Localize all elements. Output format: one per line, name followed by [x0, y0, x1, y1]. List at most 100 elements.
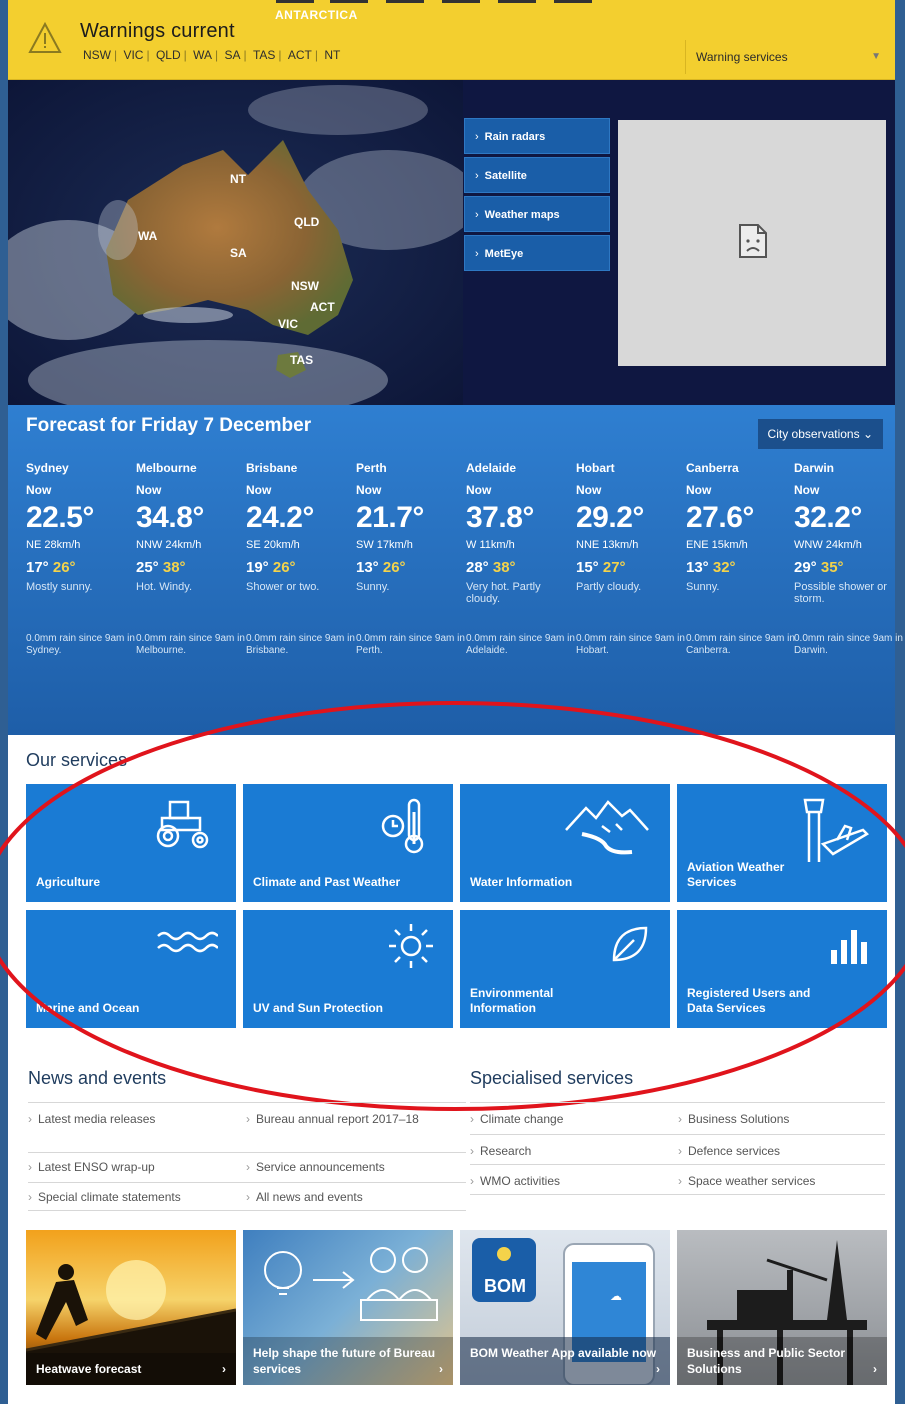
service-label: Marine and Ocean: [36, 1001, 140, 1015]
service-label: Registered Users and Data Services: [687, 986, 811, 1015]
map-label-tas[interactable]: TAS: [290, 353, 313, 367]
city-forecast-perth[interactable]: Perth Now 21.7° SW 17km/h 13° 26° Sunny.…: [356, 461, 466, 657]
warning-state-tas[interactable]: TAS: [253, 48, 275, 62]
promo-heatwave[interactable]: Heatwave forecast ›: [26, 1230, 236, 1385]
window-frame-right: [895, 0, 905, 1404]
divider: [28, 1102, 466, 1103]
city-forecast-melbourne[interactable]: Melbourne Now 34.8° NNW 24km/h 25° 38° H…: [136, 461, 246, 657]
specialised-link[interactable]: › Research: [470, 1144, 670, 1158]
city-name[interactable]: Hobart: [576, 461, 686, 483]
city-forecast-canberra[interactable]: Canberra Now 27.6° ENE 15km/h 13° 32° Su…: [686, 461, 796, 657]
city-name[interactable]: Sydney: [26, 461, 136, 483]
promo-bom-app[interactable]: ☁ BOM BOM Weather App available now ›: [460, 1230, 670, 1385]
specialised-link[interactable]: › WMO activities: [470, 1174, 670, 1188]
divider: [28, 1152, 466, 1153]
promo-business-solutions[interactable]: Business and Public Sector Solutions ›: [677, 1230, 887, 1385]
service-tile-marine[interactable]: Marine and Ocean: [26, 910, 236, 1028]
top-nav-strip: [270, 0, 650, 8]
city-name[interactable]: Canberra: [686, 461, 796, 483]
warning-services-dropdown[interactable]: Warning services ▼: [685, 40, 895, 74]
warning-state-wa[interactable]: WA: [193, 48, 212, 62]
chevron-right-icon: ›: [475, 131, 479, 143]
rain-radars-link[interactable]: › Rain radars: [464, 118, 610, 154]
chevron-right-icon: ›: [475, 170, 479, 182]
wind: WNW 24km/h: [794, 539, 862, 551]
chevron-right-icon: ›: [246, 1112, 250, 1126]
current-temperature: 29.2°: [576, 501, 644, 534]
forecast-description: Partly cloudy.: [576, 581, 642, 593]
map-label-nsw[interactable]: NSW: [291, 279, 320, 293]
promo-caption: BOM Weather App available now ›: [460, 1337, 670, 1385]
map-label-act[interactable]: ACT: [310, 300, 335, 314]
hero-link-label: Weather maps: [484, 209, 560, 221]
warning-state-nsw[interactable]: NSW: [83, 48, 111, 62]
city-forecast-darwin[interactable]: Darwin Now 32.2° WNW 24km/h 29° 35° Poss…: [794, 461, 904, 657]
map-label-sa[interactable]: SA: [230, 246, 247, 260]
max-temp: 26°: [52, 559, 76, 576]
map-label-vic[interactable]: VIC: [278, 317, 298, 331]
specialised-link[interactable]: › Defence services: [678, 1144, 883, 1158]
city-observations-dropdown[interactable]: City observations ⌄: [757, 419, 883, 449]
min-temp: 25°: [136, 559, 159, 576]
news-link[interactable]: › Bureau annual report 2017–18: [246, 1112, 466, 1126]
specialised-link[interactable]: › Business Solutions: [678, 1112, 883, 1126]
warnings-title[interactable]: Warnings current: [80, 20, 235, 43]
warning-state-vic[interactable]: VIC: [123, 48, 143, 62]
chevron-right-icon: ›: [873, 1362, 877, 1376]
warning-state-nt[interactable]: NT: [324, 48, 340, 62]
city-forecast-brisbane[interactable]: Brisbane Now 24.2° SE 20km/h 19° 26° Sho…: [246, 461, 356, 657]
city-forecast-hobart[interactable]: Hobart Now 29.2° NNE 13km/h 15° 27° Part…: [576, 461, 686, 657]
service-tile-aviation[interactable]: Aviation Weather Services: [677, 784, 887, 902]
weather-maps-link[interactable]: › Weather maps: [464, 196, 610, 232]
map-label-qld[interactable]: QLD: [294, 215, 320, 229]
news-link-label: All news and events: [256, 1190, 363, 1204]
specialised-link-label: Research: [480, 1144, 532, 1158]
news-link[interactable]: › Latest media releases: [28, 1112, 228, 1126]
promo-caption: Help shape the future of Bureau services…: [243, 1337, 453, 1385]
rain-since-9am: 0.0mm rain since 9am in Hobart.: [576, 633, 685, 656]
max-temp: 26°: [272, 559, 296, 576]
city-name[interactable]: Perth: [356, 461, 466, 483]
service-tile-environmental[interactable]: Environmental Information: [460, 910, 670, 1028]
news-link-label: Service announcements: [256, 1160, 385, 1174]
specialised-link-label: WMO activities: [480, 1174, 561, 1188]
service-tile-agriculture[interactable]: Agriculture: [26, 784, 236, 902]
now-label: Now: [466, 483, 492, 497]
max-temp: 26°: [382, 559, 406, 576]
map-label-wa[interactable]: WA: [138, 229, 158, 243]
city-forecast-sydney[interactable]: Sydney Now 22.5° NE 28km/h 17° 26° Mostl…: [26, 461, 136, 657]
chevron-right-icon: ›: [475, 209, 479, 221]
australia-satellite-map[interactable]: NT QLD WA SA NSW ACT VIC TAS: [8, 80, 463, 405]
service-tile-water[interactable]: Water Information: [460, 784, 670, 902]
satellite-link[interactable]: › Satellite: [464, 157, 610, 193]
wind: ENE 15km/h: [686, 539, 748, 551]
antarctica-link[interactable]: ANTARCTICA: [275, 8, 358, 22]
service-tile-uv[interactable]: UV and Sun Protection: [243, 910, 453, 1028]
city-name[interactable]: Darwin: [794, 461, 904, 483]
bom-logo-text: BOM: [484, 1276, 526, 1296]
meteye-link[interactable]: › MetEye: [464, 235, 610, 271]
warning-state-qld[interactable]: QLD: [156, 48, 181, 62]
city-name[interactable]: Adelaide: [466, 461, 576, 483]
min-temp: 28°: [466, 559, 489, 576]
specialised-link[interactable]: › Space weather services: [678, 1174, 883, 1188]
specialised-link[interactable]: › Climate change: [470, 1112, 670, 1126]
map-label-nt[interactable]: NT: [230, 172, 247, 186]
min-temp: 29°: [794, 559, 817, 576]
city-name[interactable]: Melbourne: [136, 461, 246, 483]
news-link[interactable]: › Latest ENSO wrap-up: [28, 1160, 228, 1174]
warning-state-act[interactable]: ACT: [288, 48, 312, 62]
news-link[interactable]: › Special climate statements: [28, 1190, 238, 1204]
wind: NNE 13km/h: [576, 539, 639, 551]
news-link[interactable]: › All news and events: [246, 1190, 466, 1204]
news-and-events-heading: News and events: [28, 1068, 167, 1088]
city-name[interactable]: Brisbane: [246, 461, 356, 483]
warning-state-sa[interactable]: SA: [224, 48, 240, 62]
service-tile-climate[interactable]: Climate and Past Weather: [243, 784, 453, 902]
city-forecast-adelaide[interactable]: Adelaide Now 37.8° W 11km/h 28° 38° Very…: [466, 461, 576, 657]
news-link[interactable]: › Service announcements: [246, 1160, 466, 1174]
promo-help-shape[interactable]: Help shape the future of Bureau services…: [243, 1230, 453, 1385]
chevron-right-icon: ›: [470, 1174, 474, 1188]
min-temp: 19°: [246, 559, 269, 576]
service-tile-registered-users[interactable]: Registered Users and Data Services: [677, 910, 887, 1028]
